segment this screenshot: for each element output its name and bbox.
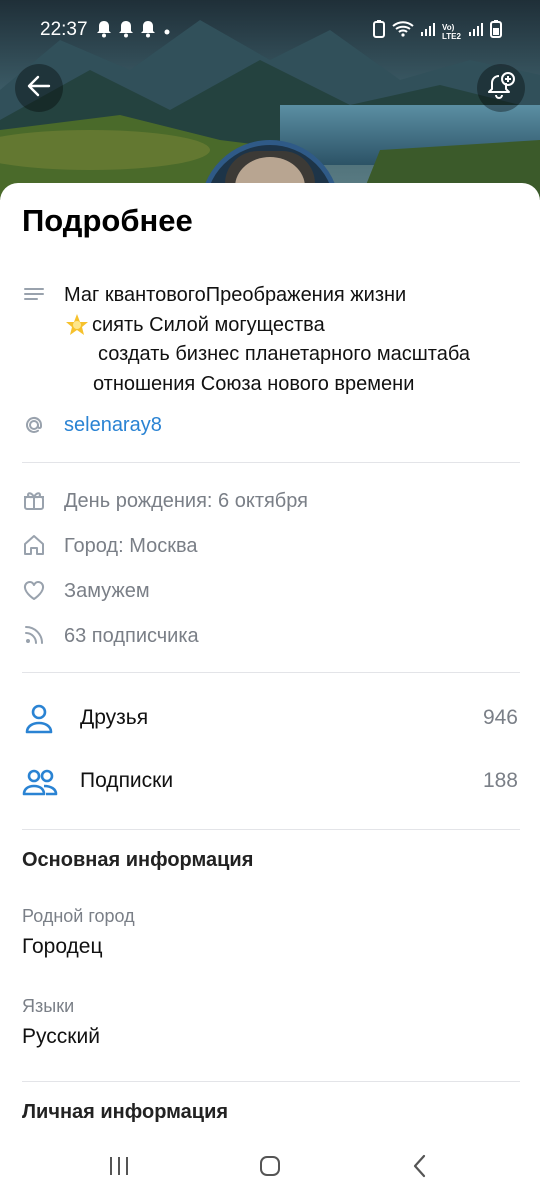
subscribe-notifications-button[interactable]: [477, 64, 525, 112]
at-sign-icon: [22, 413, 48, 439]
signal-icon: [420, 21, 436, 43]
languages-label: Языки: [22, 996, 75, 1016]
dot-icon: [162, 21, 172, 43]
system-nav-bar: [0, 1135, 540, 1200]
hometown-label: Родной город: [22, 906, 135, 926]
battery-saver-icon: [372, 20, 386, 44]
followers-text[interactable]: 63 подписчика: [64, 625, 199, 648]
recent-apps-button[interactable]: [99, 1153, 139, 1183]
glowing-star-icon: [64, 312, 90, 338]
back-button[interactable]: [15, 64, 63, 112]
followers-row[interactable]: 63 подписчика: [0, 623, 540, 651]
heart-icon: [22, 578, 48, 604]
relationship-row: Замужем: [0, 578, 540, 606]
status-bar: 22:37 Vo) LTE2: [0, 0, 540, 60]
home-button[interactable]: [250, 1153, 290, 1183]
status-notification-icons: [96, 20, 172, 44]
divider: [22, 829, 520, 830]
subscriptions-label: Подписки: [80, 769, 174, 792]
arrow-left-icon: [26, 73, 52, 104]
network-label: Vo) LTE2: [442, 23, 461, 41]
subscriptions-count: 188: [482, 769, 518, 792]
city-row: Город: Москва: [0, 533, 540, 561]
subscriptions-row[interactable]: Подписки 188: [0, 761, 540, 801]
home-icon: [22, 533, 48, 559]
bell-icon: [118, 20, 134, 44]
friends-count: 946: [482, 706, 518, 729]
battery-icon: [490, 20, 502, 44]
rss-icon: [22, 623, 48, 649]
chevron-left-icon: [410, 1154, 430, 1183]
relationship-text: Замужем: [64, 580, 150, 602]
users-icon: [22, 765, 58, 799]
signal-icon: [468, 21, 484, 43]
divider: [22, 1081, 520, 1082]
status-system-icons: Vo) LTE2: [372, 20, 502, 44]
gift-icon: [22, 488, 48, 514]
main-info-title: Основная информация: [22, 849, 254, 871]
friends-row[interactable]: Друзья 946: [0, 698, 540, 738]
birthday-row: День рождения: 6 октября: [0, 488, 540, 516]
divider: [22, 462, 520, 463]
friends-label: Друзья: [80, 706, 149, 729]
languages-value: Русский: [22, 1025, 100, 1048]
bell-plus-icon: [486, 71, 516, 106]
status-time: 22:37: [40, 19, 88, 40]
bell-icon: [96, 20, 112, 44]
system-back-button[interactable]: [400, 1153, 440, 1183]
details-sheet: Подробнее Маг квантовогоПреображения жиз…: [0, 183, 540, 1200]
username-link[interactable]: selenaray8: [64, 414, 162, 437]
divider: [22, 672, 520, 673]
bell-icon: [140, 20, 156, 44]
sheet-title: Подробнее: [22, 203, 193, 238]
hometown-value: Городец: [22, 935, 103, 958]
about-line: сиять Силой могущества: [64, 311, 470, 341]
user-icon: [22, 702, 56, 736]
text-lines-icon: [22, 283, 48, 309]
wifi-icon: [392, 20, 414, 44]
about-text: Маг квантовогоПреображения жизни сиять С…: [64, 281, 470, 399]
personal-info-title: Личная информация: [22, 1101, 229, 1123]
city-text: Город: Москва: [64, 535, 198, 557]
birthday-text: День рождения: 6 октября: [64, 490, 308, 512]
recent-apps-icon: [108, 1155, 130, 1182]
home-square-icon: [258, 1154, 282, 1183]
username-row[interactable]: selenaray8: [0, 413, 540, 441]
about-line: Маг квантовогоПреображения жизни: [64, 284, 407, 306]
about-line: создать бизнес планетарного масштаба: [98, 343, 470, 365]
about-line: отношения Союза нового времени: [93, 372, 415, 395]
